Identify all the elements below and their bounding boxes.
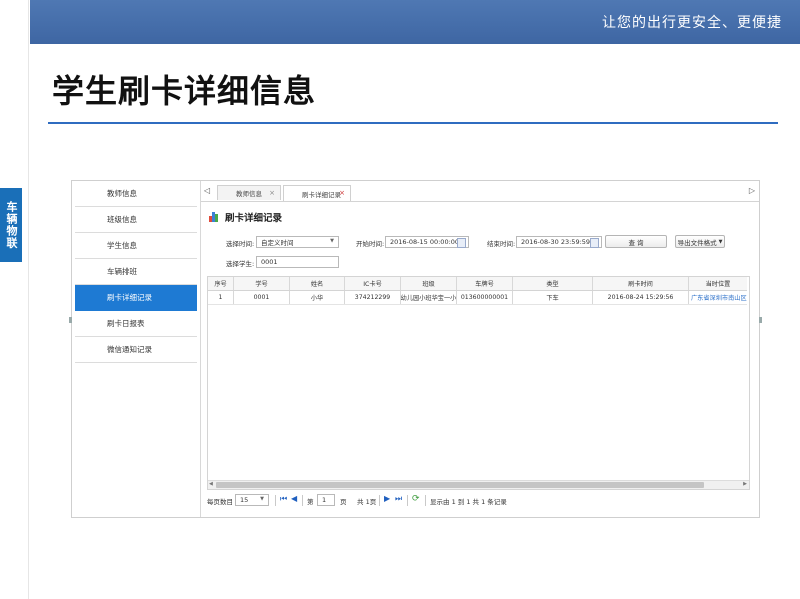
tab-card-records[interactable]: 刷卡详细记录 × [283, 185, 351, 201]
sidebar-item-daily-report[interactable]: 刷卡日报表 [75, 311, 197, 337]
per-page-label: 每页数目 [207, 498, 233, 506]
per-page-value: 15 [240, 496, 249, 504]
student-input[interactable]: 0001 [256, 256, 339, 268]
sidebar-item-student-info[interactable]: 学生信息 [75, 233, 197, 259]
prev-page-icon[interactable]: ◀ [291, 494, 297, 503]
pager-divider [275, 495, 276, 506]
calendar-icon[interactable] [457, 238, 466, 248]
cell-index: 1 [208, 291, 234, 304]
side-tab-label: 车辆物联 [0, 188, 22, 262]
sidebar-item-bus-schedule[interactable]: 车辆排班 [75, 259, 197, 285]
start-time-input[interactable]: 2016-08-15 00:00:00 [385, 236, 469, 248]
start-time-label: 开始时间: [356, 240, 385, 248]
end-time-value: 2016-08-30 23:59:59 [521, 238, 591, 246]
resize-handle-right[interactable] [759, 317, 762, 323]
chevron-down-icon: ▼ [330, 238, 334, 244]
student-label: 选择学生: [226, 260, 255, 268]
page-number-value: 1 [322, 496, 327, 504]
cell-plate: 013600000001 [457, 291, 513, 304]
pager-divider [379, 495, 380, 506]
cell-class: 幼儿园小班华宝一小 [401, 291, 457, 304]
tab-scroll-left-icon[interactable]: ◁ [204, 186, 210, 195]
total-pages: 共 1页 [357, 498, 377, 506]
chart-icon [209, 212, 218, 222]
col-index[interactable]: 序号 [208, 277, 234, 290]
sidebar-item-wechat-log[interactable]: 微信通知记录 [75, 337, 197, 363]
page-title: 学生刷卡详细信息 [52, 72, 317, 110]
refresh-icon[interactable]: ⟳ [412, 494, 420, 504]
cell-ic-card: 374212299 [345, 291, 401, 304]
col-location[interactable]: 当时位置 [689, 277, 747, 290]
cell-type: 下车 [513, 291, 593, 304]
tab-scroll-right-icon[interactable]: ▷ [749, 186, 755, 195]
student-input-value: 0001 [261, 258, 278, 266]
cell-swipe-time: 2016-08-24 15:29:56 [593, 291, 689, 304]
table-header: 序号 学号 姓名 IC卡号 班级 车牌号 类型 刷卡时间 当时位置 [208, 277, 747, 291]
title-divider [48, 122, 778, 124]
time-label: 选择时间: [226, 240, 255, 248]
page-prefix: 第 [307, 498, 314, 506]
col-plate[interactable]: 车牌号 [457, 277, 513, 290]
pager-divider [407, 495, 408, 506]
cell-location-link[interactable]: 广东省深圳市南山区 [689, 291, 747, 304]
calendar-icon[interactable] [590, 238, 599, 248]
first-page-icon[interactable]: ⏮ [280, 494, 287, 504]
section-title: 刷卡详细记录 [209, 210, 282, 224]
slogan: 让您的出行更安全、更便捷 [602, 15, 782, 31]
export-button-label: 导出文件格式 [677, 238, 717, 247]
page-suffix: 页 [340, 498, 347, 506]
pagination-bar: 每页数目 15 ▼ ⏮ ◀ 第 1 页 共 1页 ▶ ⏭ ⟳ 显示由 1 到 1… [207, 494, 748, 508]
last-page-icon[interactable]: ⏭ [395, 494, 402, 504]
app-window: 教师信息 班级信息 学生信息 车辆排班 刷卡详细记录 刷卡日报表 微信通知记录 … [69, 180, 762, 518]
col-swipe-time[interactable]: 刷卡时间 [593, 277, 689, 290]
next-page-icon[interactable]: ▶ [384, 494, 390, 503]
col-class[interactable]: 班级 [401, 277, 457, 290]
sidebar-nav: 教师信息 班级信息 学生信息 车辆排班 刷卡详细记录 刷卡日报表 微信通知记录 [72, 181, 201, 517]
record-summary: 显示由 1 到 1 共 1 条记录 [430, 498, 507, 506]
chevron-down-icon: ▼ [260, 496, 264, 502]
tab-bar: ◁ 教师信息 × 刷卡详细记录 × ▷ [201, 183, 759, 202]
tab-label: 教师信息 [236, 190, 262, 198]
scroll-left-icon[interactable]: ◀ [209, 481, 213, 487]
table-row[interactable]: 1 0001 小华 374212299 幼儿园小班华宝一小 0136000000… [208, 291, 747, 305]
cell-name: 小华 [290, 291, 345, 304]
end-time-input[interactable]: 2016-08-30 23:59:59 [516, 236, 602, 248]
section-title-text: 刷卡详细记录 [225, 213, 283, 224]
end-time-label: 结束时间: [487, 240, 516, 248]
scrollbar-thumb[interactable] [216, 482, 704, 488]
pager-divider [302, 495, 303, 506]
time-select-value: 自定义时间 [261, 239, 294, 247]
per-page-select[interactable]: 15 ▼ [235, 494, 269, 506]
records-table: 序号 学号 姓名 IC卡号 班级 车牌号 类型 刷卡时间 当时位置 1 0001… [207, 276, 750, 490]
sidebar-item-card-records[interactable]: 刷卡详细记录 [75, 285, 197, 311]
cell-student-id: 0001 [234, 291, 290, 304]
close-icon[interactable]: × [339, 189, 345, 197]
query-button[interactable]: 查 询 [605, 235, 667, 248]
sidebar-item-class-info[interactable]: 班级信息 [75, 207, 197, 233]
col-type[interactable]: 类型 [513, 277, 593, 290]
page-number-input[interactable]: 1 [317, 494, 335, 506]
header-bar: 让您的出行更安全、更便捷 [30, 0, 800, 44]
horizontal-scrollbar[interactable]: ◀ ▶ [208, 480, 749, 489]
page-left-border [28, 0, 29, 599]
main-content: ◁ 教师信息 × 刷卡详细记录 × ▷ 刷卡详细记录 选择时间: 自定义时间 ▼ [201, 181, 759, 517]
scroll-right-icon[interactable]: ▶ [743, 481, 747, 487]
sidebar-item-teacher-info[interactable]: 教师信息 [75, 181, 197, 207]
time-select[interactable]: 自定义时间 ▼ [256, 236, 339, 248]
close-icon[interactable]: × [269, 189, 275, 197]
tab-label: 刷卡详细记录 [302, 190, 341, 199]
export-button[interactable]: 导出文件格式 ▼ [675, 235, 725, 248]
tab-teacher-info[interactable]: 教师信息 × [217, 185, 281, 200]
col-student-id[interactable]: 学号 [234, 277, 290, 290]
pager-divider [425, 495, 426, 506]
start-time-value: 2016-08-15 00:00:00 [390, 238, 460, 246]
col-ic-card[interactable]: IC卡号 [345, 277, 401, 290]
chevron-down-icon: ▼ [718, 238, 723, 245]
col-name[interactable]: 姓名 [290, 277, 345, 290]
